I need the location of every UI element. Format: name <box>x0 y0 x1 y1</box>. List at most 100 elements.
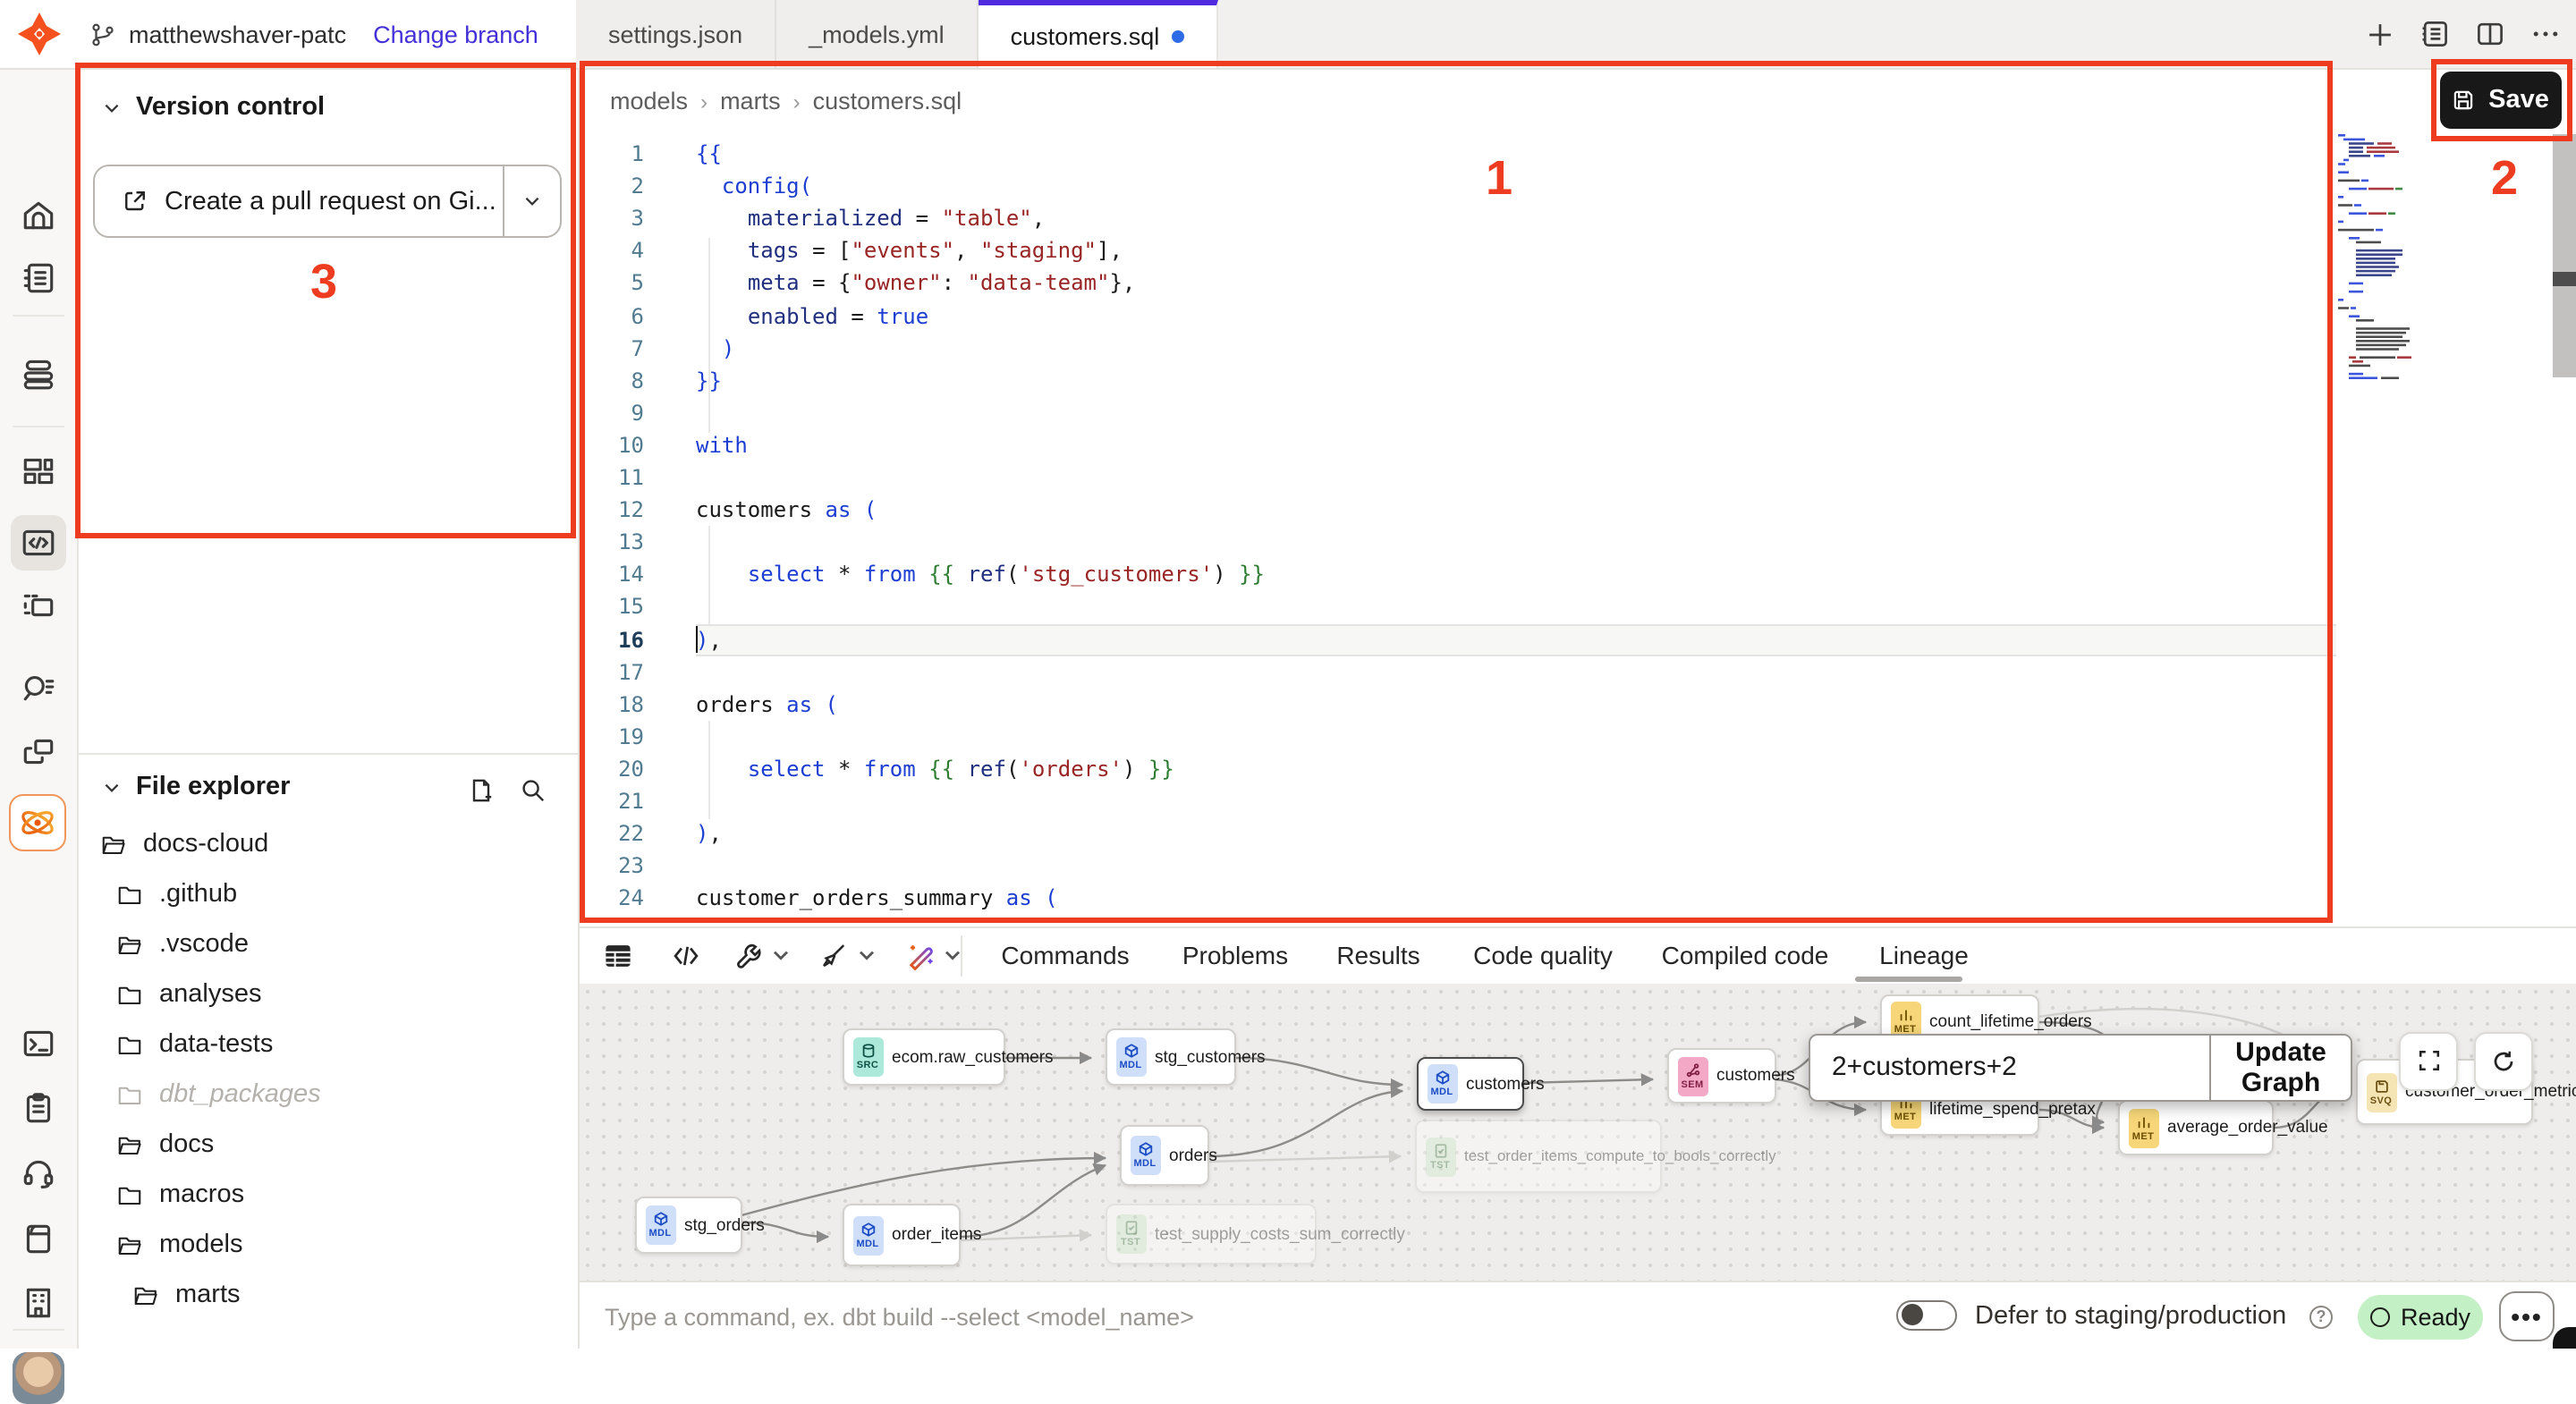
split-view-icon[interactable] <box>2474 18 2506 50</box>
tree-item-.github[interactable]: .github <box>77 869 578 919</box>
ai-fix-wand-icon[interactable] <box>905 940 936 970</box>
update-graph-button[interactable]: Update Graph <box>2209 1035 2351 1099</box>
code-line-4[interactable]: 4 tags = ["events", "staging"], <box>580 235 2333 267</box>
code-line-14[interactable]: 14 select * from {{ ref('stg_customers')… <box>580 559 2333 591</box>
lineage-node-average_order_value[interactable]: METaverage_order_value <box>2117 1100 2273 1155</box>
breadcrumb-item[interactable]: marts <box>720 88 781 114</box>
create-pr-dropdown[interactable] <box>503 166 560 236</box>
chevron-down-icon[interactable] <box>945 949 961 961</box>
code-line-22[interactable]: 22), <box>580 817 2333 850</box>
breadcrumb-item[interactable]: customers.sql <box>813 88 962 114</box>
code-line-11[interactable]: 11 <box>580 461 2333 494</box>
organization-building-icon[interactable] <box>20 1284 57 1322</box>
dbt-fusion-atom-icon[interactable] <box>9 794 66 851</box>
search-icon[interactable] <box>519 776 547 805</box>
query-explorer-icon[interactable] <box>20 667 57 705</box>
lineage-node-stg_orders[interactable]: MDLstg_orders <box>634 1197 741 1254</box>
dbt-logo-icon[interactable] <box>18 13 61 55</box>
lineage-node-customers[interactable]: SEMcustomers <box>1666 1048 1775 1104</box>
bottom-tab-compiled-code[interactable]: Compiled code <box>1662 927 1829 983</box>
minimap[interactable] <box>2334 132 2483 383</box>
bottom-tab-lineage[interactable]: Lineage <box>1879 927 1969 983</box>
results-table-icon[interactable] <box>603 940 633 970</box>
code-line-3[interactable]: 3 materialized = "table", <box>580 202 2333 234</box>
lineage-canvas[interactable]: SRCecom.raw_customers MDLstg_customers MDL… <box>580 983 2576 1281</box>
tree-item-docs-cloud[interactable]: docs-cloud <box>77 819 578 869</box>
chevron-down-icon[interactable] <box>773 949 789 961</box>
refresh-icon[interactable] <box>2474 1031 2533 1090</box>
editor-tab-settings.json[interactable]: settings.json <box>576 0 776 68</box>
bottom-tab-code-quality[interactable]: Code quality <box>1473 927 1613 983</box>
create-pr-button[interactable]: Create a pull request on Gi... <box>95 166 503 236</box>
code-line-8[interactable]: 8}} <box>580 364 2333 396</box>
jobs-stack-icon[interactable] <box>20 354 57 392</box>
code-line-13[interactable]: 13 <box>580 526 2333 558</box>
help-icon[interactable]: ? <box>2309 1306 2333 1329</box>
code-line-2[interactable]: 2 config( <box>580 170 2333 202</box>
tree-item-models[interactable]: models <box>77 1220 578 1270</box>
catalog-grid-icon[interactable] <box>20 452 57 490</box>
command-input[interactable] <box>601 1293 1682 1341</box>
code-editor-icon[interactable] <box>20 524 57 562</box>
docs-panel-icon[interactable] <box>2419 18 2451 50</box>
bottom-tab-commands[interactable]: Commands <box>1001 927 1129 983</box>
code-line-12[interactable]: 12customers as ( <box>580 494 2333 526</box>
new-file-icon[interactable] <box>467 776 496 805</box>
code-line-21[interactable]: 21 <box>580 785 2333 817</box>
code-editor[interactable]: models›marts›customers.sql 1{{2 config(3… <box>580 68 2576 926</box>
tree-item-docs[interactable]: docs <box>77 1120 578 1170</box>
save-button[interactable]: Save <box>2439 72 2561 128</box>
compare-windows-icon[interactable] <box>20 733 57 771</box>
change-branch-link[interactable]: Change branch <box>373 21 538 47</box>
tree-item-marts[interactable]: marts <box>77 1270 578 1320</box>
code-line-19[interactable]: 19 <box>580 721 2333 753</box>
archive-drawer-icon[interactable] <box>20 1220 57 1257</box>
tree-item-macros[interactable]: macros <box>77 1170 578 1220</box>
code-line-16[interactable]: 16), <box>580 623 2333 655</box>
bottom-tab-problems[interactable]: Problems <box>1182 927 1288 983</box>
tree-item-dbt_packages[interactable]: dbt_packages <box>77 1070 578 1120</box>
tree-item-.vscode[interactable]: .vscode <box>77 919 578 969</box>
command-more-button[interactable]: ••• <box>2499 1291 2555 1341</box>
lineage-selector-input[interactable] <box>1810 1035 2209 1099</box>
code-line-23[interactable]: 23 <box>580 850 2333 882</box>
lineage-node-ecom.raw_customers[interactable]: SRCecom.raw_customers <box>842 1028 1004 1086</box>
tree-item-data-tests[interactable]: data-tests <box>77 1019 578 1070</box>
terminal-icon[interactable] <box>20 1025 57 1062</box>
lineage-node-test_supply_costs_sum_correctly[interactable]: TSTtest_supply_costs_sum_correctly <box>1105 1204 1316 1264</box>
overflow-menu-icon[interactable] <box>2529 18 2562 50</box>
code-line-24[interactable]: 24customer_orders_summary as ( <box>580 883 2333 915</box>
code-view-icon[interactable] <box>671 940 701 970</box>
breadcrumb-item[interactable]: models <box>610 88 688 114</box>
defer-toggle[interactable] <box>1896 1300 1957 1331</box>
canvas-frame-icon[interactable] <box>20 587 57 624</box>
editor-scrollbar-thumb[interactable] <box>2553 272 2576 286</box>
editor-tab-_models.yml[interactable]: _models.yml <box>776 0 979 68</box>
new-tab-plus-icon[interactable] <box>2365 19 2395 49</box>
headset-icon[interactable] <box>20 1154 57 1191</box>
lineage-node-stg_customers[interactable]: MDLstg_customers <box>1105 1028 1235 1086</box>
code-line-20[interactable]: 20 select * from {{ ref('orders') }} <box>580 753 2333 785</box>
clipboard-icon[interactable] <box>20 1089 57 1127</box>
code-line-9[interactable]: 9 <box>580 397 2333 429</box>
chevron-down-icon[interactable] <box>859 949 875 961</box>
fullscreen-icon[interactable] <box>2399 1031 2458 1090</box>
editor-tab-customers.sql[interactable]: customers.sql <box>979 0 1219 68</box>
lineage-node-order_items[interactable]: MDLorder_items <box>842 1204 960 1266</box>
lineage-node-orders[interactable]: MDLorders <box>1119 1125 1208 1186</box>
code-line-18[interactable]: 18orders as ( <box>580 688 2333 720</box>
code-line-1[interactable]: 1{{ <box>580 138 2333 170</box>
notebook-icon[interactable] <box>20 259 57 297</box>
lineage-node-test_order_items_compute_to_bools_correctly[interactable]: TSTtest_order_items_compute_to_bools_cor… <box>1414 1120 1661 1193</box>
code-line-7[interactable]: 7 ) <box>580 332 2333 364</box>
code-line-6[interactable]: 6 enabled = true <box>580 300 2333 332</box>
editor-scrollbar-track[interactable] <box>2553 134 2576 377</box>
format-broom-icon[interactable] <box>819 940 850 970</box>
home-icon[interactable] <box>20 197 57 234</box>
build-wrench-icon[interactable] <box>733 940 764 970</box>
bottom-tab-results[interactable]: Results <box>1336 927 1419 983</box>
version-control-header[interactable]: Version control <box>102 93 325 122</box>
file-explorer-header[interactable]: File explorer <box>102 773 290 801</box>
lineage-node-customers[interactable]: MDLcustomers <box>1416 1057 1523 1111</box>
code-line-15[interactable]: 15 <box>580 591 2333 623</box>
